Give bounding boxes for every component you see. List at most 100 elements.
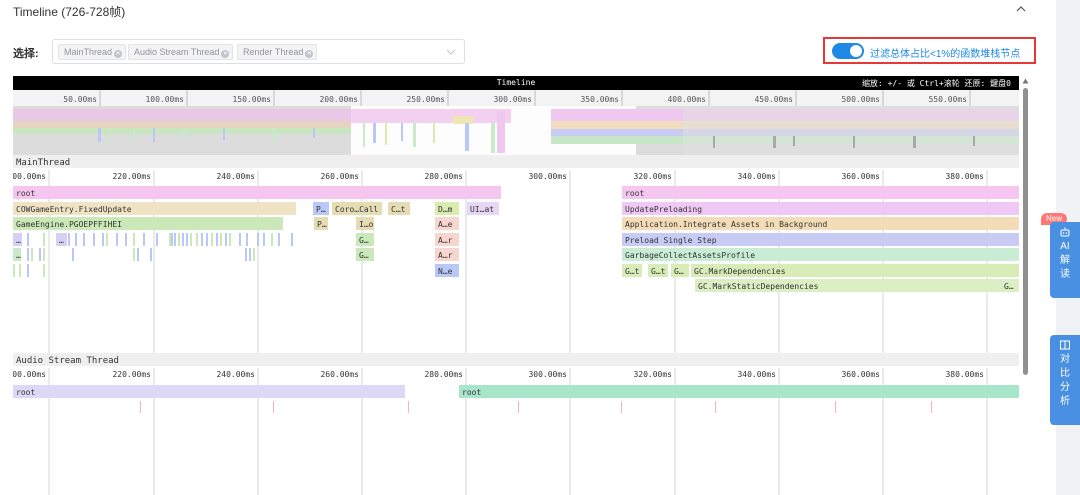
time-tick-label: 380.00ms xyxy=(945,370,984,379)
flame-block-label: Coro…Call xyxy=(335,205,379,214)
overview-tick-label: 150.00ms xyxy=(232,95,271,104)
flame-block-label: root xyxy=(16,189,35,198)
panel-title: Timeline (726-728帧) xyxy=(13,5,126,19)
flame-slim-bar xyxy=(278,233,280,246)
flame-slim-bar xyxy=(75,233,77,246)
flame-block-label: G…t xyxy=(651,267,666,276)
flame-block-label: I…o xyxy=(359,220,374,229)
flame-block-label: P… xyxy=(317,220,327,229)
overview-tick-label: 550.00ms xyxy=(928,95,967,104)
flame-slim-bar xyxy=(169,233,171,246)
flame-slim-bar xyxy=(83,233,85,246)
audio-thread-flamegraph: root root xyxy=(13,385,1019,398)
timeline-canvas[interactable]: 50.00ms 100.00ms 150.00ms 200.00ms 250.00ms 3… xyxy=(13,76,1019,495)
overview-tick-label: 200.00ms xyxy=(319,95,358,104)
time-tick-label: 380.00ms xyxy=(945,172,984,181)
flame-slim-bar xyxy=(249,248,251,261)
mainthread-label: MainThread xyxy=(16,158,70,168)
thread-select[interactable]: MainThread ✕ Audio Stream Thread ✕ Render … xyxy=(52,39,465,64)
timeline-svg: 50.00ms 100.00ms 150.00ms 200.00ms 250.00ms 3… xyxy=(13,90,1019,495)
flame-block-label: root xyxy=(462,388,481,397)
flame-slim-bar xyxy=(27,264,29,277)
flame-slim-bar xyxy=(19,264,21,277)
flame-slim-bar xyxy=(245,248,247,261)
flame-slim-bar xyxy=(253,248,255,261)
flame-slim-bar xyxy=(186,233,188,246)
audio-thread-marks xyxy=(140,401,932,413)
time-tick-label: 280.00ms xyxy=(424,370,463,379)
flame-slim-bar xyxy=(206,233,208,246)
flame-block xyxy=(459,385,1019,398)
time-tick-label: 260.00ms xyxy=(320,370,359,379)
overview-tick-label: 400.00ms xyxy=(667,95,706,104)
time-tick-label: 00.00ms xyxy=(13,172,46,181)
overview-tick-label: 100.00ms xyxy=(145,95,184,104)
compare-line-3: 分 xyxy=(1060,382,1070,393)
flame-slim-bar xyxy=(174,233,176,246)
flame-slim-bar xyxy=(31,248,33,261)
time-tick-label: 320.00ms xyxy=(633,370,672,379)
chevron-down-icon xyxy=(446,49,456,55)
flame-slim-bar xyxy=(125,233,127,246)
collapse-chevron-icon[interactable] xyxy=(1014,2,1028,16)
flame-slim-bar xyxy=(246,233,248,246)
time-tick-label: 240.00ms xyxy=(216,172,255,181)
flame-slim-bar xyxy=(178,233,180,246)
audio-thread-header xyxy=(13,353,1019,366)
flame-slim-bar xyxy=(239,233,241,246)
flame-slim-bar xyxy=(225,233,227,246)
time-tick-label: 360.00ms xyxy=(841,370,880,379)
flame-slim-bar xyxy=(229,233,231,246)
flame-slim-bar xyxy=(257,233,259,246)
flame-block-label: GC.MarkStaticDependencies xyxy=(698,282,819,291)
flame-block-label: UI…at xyxy=(470,205,494,214)
flame-block-label: G… xyxy=(359,251,369,260)
flame-block-label: root xyxy=(16,388,35,397)
flame-slim-bar xyxy=(116,233,118,246)
tag-render-thread: Render Thread ✕ xyxy=(237,44,318,60)
ai-interpret-button[interactable]: AI 解 读 xyxy=(1050,222,1080,298)
time-tick-label: 00.00ms xyxy=(13,370,46,379)
time-tick-label: 300.00ms xyxy=(528,172,567,181)
tag-label: Audio Stream Thread xyxy=(134,47,220,57)
flame-block-label: Preload Single Step xyxy=(625,236,717,245)
tag-close-icon[interactable]: ✕ xyxy=(221,50,230,58)
overview-tick-label: 450.00ms xyxy=(754,95,793,104)
flame-slim-bar xyxy=(216,233,218,246)
tag-close-icon[interactable]: ✕ xyxy=(305,50,314,58)
ai-line-1: AI xyxy=(1060,241,1070,252)
flame-slim-bar xyxy=(39,248,41,261)
time-tick-label: 220.00ms xyxy=(112,370,151,379)
select-label: 选择: xyxy=(13,48,39,60)
flame-block-label: GarbageCollectAssetsProfile xyxy=(625,251,755,260)
flame-block-label: root xyxy=(625,189,644,198)
flame-slim-bar xyxy=(182,233,184,246)
flame-block xyxy=(13,385,405,398)
time-tick-label: 280.00ms xyxy=(424,172,463,181)
mainthread-header xyxy=(13,155,1019,168)
overview-tick-label: 50.00ms xyxy=(63,95,97,104)
flame-slim-bar xyxy=(143,233,145,246)
timeline-header-bar: Timeline 缩放: +/- 或 Ctrl+滚轮 还原: 鍵盘0 xyxy=(13,76,1019,90)
vertical-scrollbar-thumb[interactable] xyxy=(1023,88,1028,375)
timeline-panel: Timeline (726-728帧) 选择: MainThread ✕ Audi… xyxy=(0,0,1056,495)
flame-block-label: A…r xyxy=(438,236,453,245)
flame-slim-bar xyxy=(43,248,45,261)
tag-mainthread: MainThread ✕ xyxy=(58,44,127,60)
flame-slim-bar xyxy=(291,233,293,246)
tag-label: MainThread xyxy=(64,47,113,57)
flame-block-label: Application.Integrate Assets in Backgrou… xyxy=(625,220,827,229)
ai-line-3: 读 xyxy=(1060,269,1070,280)
flame-slim-bar xyxy=(196,233,198,246)
robot-icon xyxy=(1050,226,1080,240)
compare-analysis-button[interactable]: 对 比 分 析 xyxy=(1050,335,1080,425)
scroll-up-icon[interactable] xyxy=(1022,78,1029,84)
flame-block-label: … xyxy=(59,236,64,245)
overview-tick-label: 250.00ms xyxy=(406,95,445,104)
compare-icon xyxy=(1050,339,1080,353)
audio-thread-ticks: 00.00ms 220.00ms 240.00ms 260.00ms 280.00ms 3… xyxy=(13,370,984,379)
tag-audio-stream-thread: Audio Stream Thread ✕ xyxy=(128,44,234,60)
tag-close-icon[interactable]: ✕ xyxy=(114,50,123,58)
filter-toggle[interactable] xyxy=(832,43,864,59)
flame-block-label: G… xyxy=(1004,282,1014,291)
